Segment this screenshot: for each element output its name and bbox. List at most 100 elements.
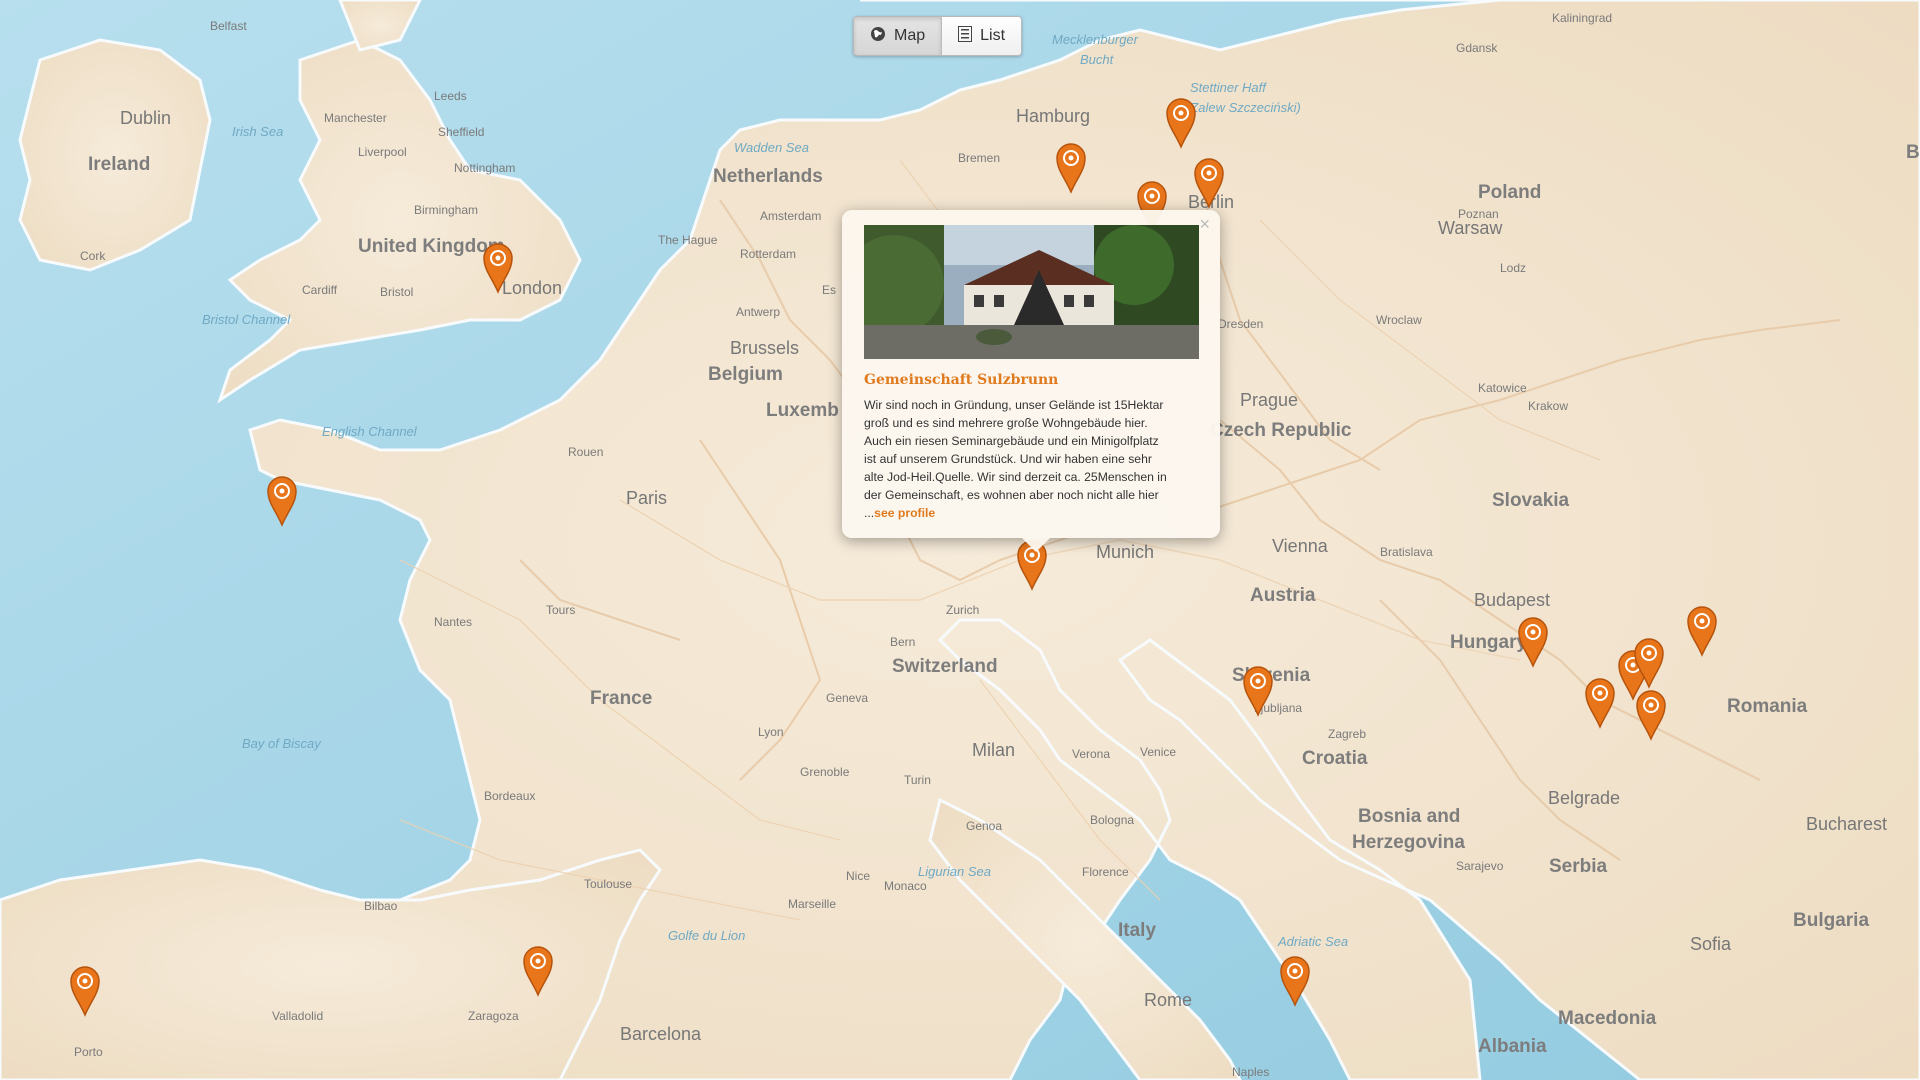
svg-text:Sheffield: Sheffield (438, 125, 484, 139)
svg-text:Bucht: Bucht (1080, 52, 1115, 67)
svg-text:Verona: Verona (1072, 747, 1110, 761)
desc-line: der Gemeinschaft, es wohnen aber noch ni… (864, 488, 1159, 502)
desc-line: alte Jod-Heil.Quelle. Wir sind derzeit c… (864, 470, 1167, 484)
label-paris: Paris (626, 488, 667, 508)
desc-line: groß und es sind mehrere große Wohngebäu… (864, 416, 1148, 430)
popup-description: Wir sind noch in Gründung, unser Gelände… (864, 396, 1200, 522)
svg-text:Lodz: Lodz (1500, 261, 1526, 275)
map-canvas[interactable]: Ireland United Kingdom Netherlands Belgi… (0, 0, 1920, 1080)
svg-text:Wadden Sea: Wadden Sea (734, 140, 809, 155)
label-czech-republic: Czech Republic (1210, 420, 1352, 441)
svg-text:Cork: Cork (80, 249, 106, 263)
svg-text:The Hague: The Hague (658, 233, 718, 247)
label-hamburg: Hamburg (1016, 106, 1090, 126)
svg-text:Tours: Tours (546, 603, 575, 617)
svg-text:Nantes: Nantes (434, 615, 472, 629)
svg-text:Rotterdam: Rotterdam (740, 247, 796, 261)
location-popup: × Gemeinschaft Sulzbrunn Wir sind noch i… (842, 210, 1220, 552)
svg-text:Golfe du Lion: Golfe du Lion (668, 928, 745, 943)
ellipsis: ... (864, 506, 875, 520)
label-serbia: Serbia (1549, 856, 1608, 877)
label-netherlands: Netherlands (713, 166, 823, 187)
label-vienna: Vienna (1272, 536, 1329, 556)
label-croatia: Croatia (1302, 748, 1368, 769)
svg-text:Monaco: Monaco (884, 879, 927, 893)
svg-text:Kaliningrad: Kaliningrad (1552, 11, 1612, 25)
label-romania: Romania (1727, 696, 1808, 717)
svg-text:Stettiner Haff: Stettiner Haff (1190, 80, 1267, 95)
svg-text:Nottingham: Nottingham (454, 161, 515, 175)
svg-text:Liverpool: Liverpool (358, 145, 407, 159)
svg-text:Adriatic Sea: Adriatic Sea (1277, 934, 1348, 949)
map-view-button[interactable]: Map (854, 17, 942, 55)
desc-line: ist auf unserem Grundstück. Und wir habe… (864, 452, 1152, 466)
svg-text:Cardiff: Cardiff (302, 283, 338, 297)
svg-text:Bologna: Bologna (1090, 813, 1134, 827)
list-view-label: List (980, 27, 1006, 44)
label-luxemb: Luxemb (766, 400, 839, 421)
location-photo (864, 225, 1199, 359)
list-view-button[interactable]: List (941, 17, 1022, 55)
desc-line: Auch ein riesen Seminargebäude und ein M… (864, 434, 1159, 448)
svg-text:(Zalew Szczeciński): (Zalew Szczeciński) (1186, 100, 1301, 115)
label-belgrade: Belgrade (1548, 788, 1620, 808)
svg-text:Antwerp: Antwerp (736, 305, 780, 319)
label-milan: Milan (972, 740, 1015, 760)
label-barcelona: Barcelona (620, 1024, 702, 1044)
label-london: London (502, 278, 562, 298)
svg-text:Bern: Bern (890, 635, 915, 649)
svg-text:Zurich: Zurich (946, 603, 979, 617)
svg-text:Venice: Venice (1140, 745, 1176, 759)
label-bulgaria: Bulgaria (1793, 910, 1869, 931)
svg-text:Krakow: Krakow (1528, 399, 1568, 413)
svg-text:Rouen: Rouen (568, 445, 603, 459)
label-italy: Italy (1118, 920, 1156, 941)
svg-text:Florence: Florence (1082, 865, 1129, 879)
label-bosnia: Bosnia and (1358, 806, 1460, 827)
svg-text:Zaragoza: Zaragoza (468, 1009, 519, 1023)
svg-text:Amsterdam: Amsterdam (760, 209, 821, 223)
svg-text:Bristol Channel: Bristol Channel (202, 312, 291, 327)
svg-text:Irish Sea: Irish Sea (232, 124, 283, 139)
svg-text:Naples: Naples (1232, 1065, 1269, 1079)
svg-text:Leeds: Leeds (434, 89, 467, 103)
svg-text:Turin: Turin (904, 773, 931, 787)
label-switzerland: Switzerland (892, 656, 998, 677)
label-bucharest: Bucharest (1806, 814, 1887, 834)
svg-text:Sarajevo: Sarajevo (1456, 859, 1504, 873)
label-rome: Rome (1144, 990, 1192, 1010)
svg-text:Zagreb: Zagreb (1328, 727, 1366, 741)
globe-icon (870, 26, 886, 47)
popup-title: Gemeinschaft Sulzbrunn (864, 372, 1059, 388)
label-budapest: Budapest (1474, 590, 1550, 610)
svg-text:Lyon: Lyon (758, 725, 784, 739)
label-herzegovina: Herzegovina (1352, 832, 1465, 853)
svg-text:English Channel: English Channel (322, 424, 418, 439)
svg-text:Belfast: Belfast (210, 19, 247, 33)
svg-text:Birmingham: Birmingham (414, 203, 478, 217)
label-bela: Bela (1906, 142, 1920, 163)
close-icon[interactable]: × (1199, 214, 1210, 235)
label-france: France (590, 688, 652, 709)
svg-text:Poznan: Poznan (1458, 207, 1499, 221)
svg-text:Bratislava: Bratislava (1380, 545, 1433, 559)
label-sofia: Sofia (1690, 934, 1732, 954)
see-profile-link[interactable]: see profile (874, 506, 935, 520)
label-united-kingdom: United Kingdom (358, 236, 505, 257)
svg-text:Grenoble: Grenoble (800, 765, 850, 779)
label-belgium: Belgium (708, 364, 783, 385)
label-ireland: Ireland (88, 154, 150, 175)
svg-text:Katowice: Katowice (1478, 381, 1527, 395)
label-poland: Poland (1478, 182, 1541, 203)
svg-text:Bordeaux: Bordeaux (484, 789, 535, 803)
label-dublin: Dublin (120, 108, 171, 128)
label-brussels: Brussels (730, 338, 799, 358)
svg-text:Toulouse: Toulouse (584, 877, 632, 891)
svg-text:Ligurian Sea: Ligurian Sea (918, 864, 991, 879)
svg-text:Marseille: Marseille (788, 897, 836, 911)
label-austria: Austria (1250, 585, 1316, 606)
svg-text:Gdansk: Gdansk (1456, 41, 1498, 55)
svg-text:Geneva: Geneva (826, 691, 868, 705)
view-toggle[interactable]: Map List (853, 16, 1023, 56)
desc-line: Wir sind noch in Gründung, unser Gelände… (864, 398, 1164, 412)
